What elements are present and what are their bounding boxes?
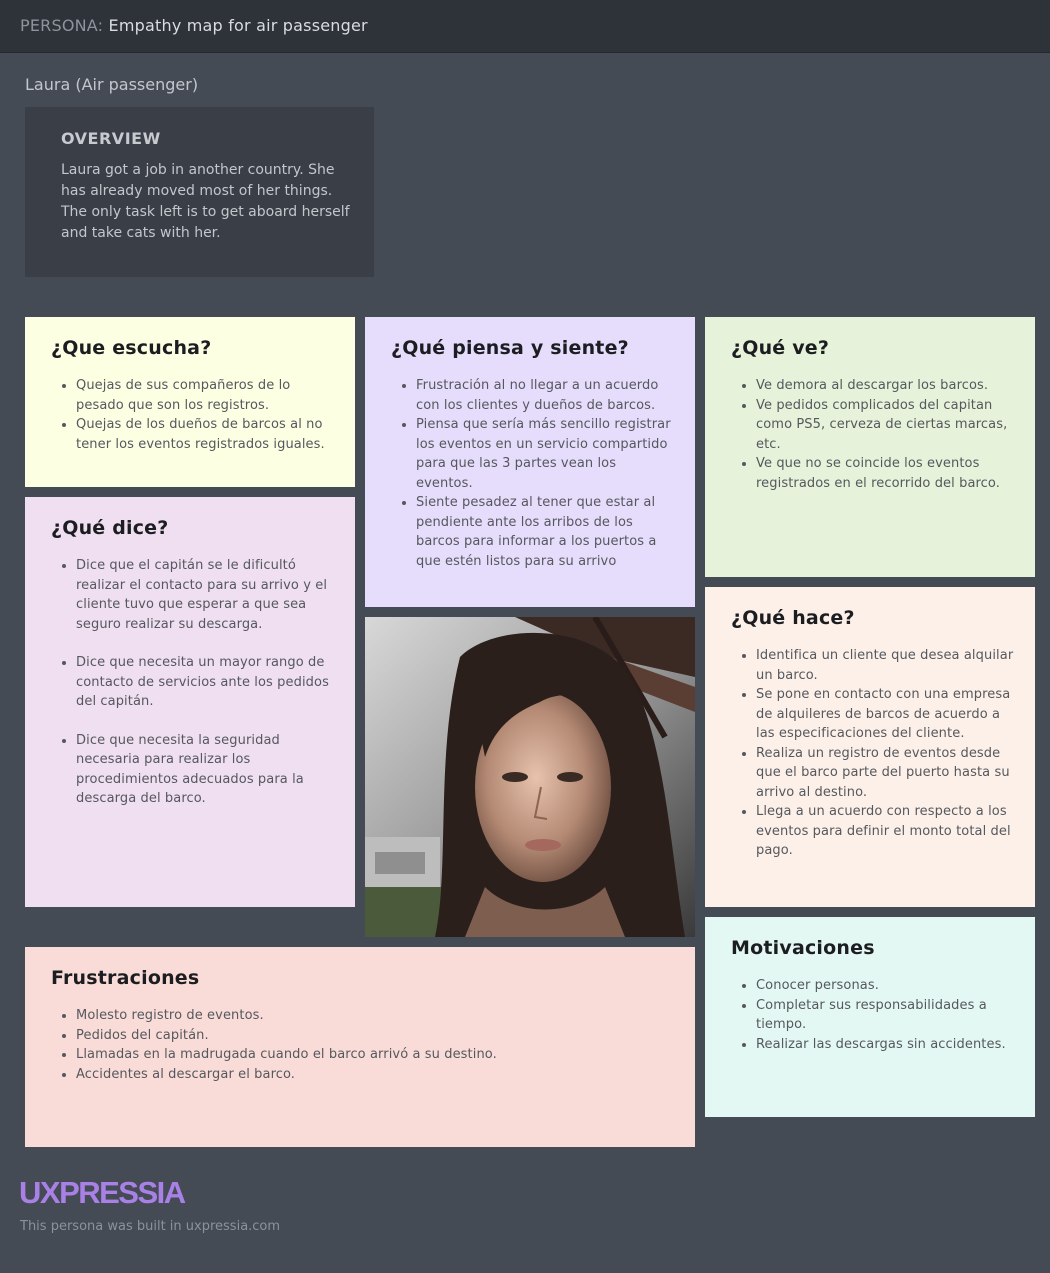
persona-name: Laura (Air passenger) [25,75,199,94]
list-item: Conocer personas. [756,976,1015,996]
card-says-list: Dice que el capitán se le dificultó real… [51,556,335,809]
card-motivations-list: Conocer personas. Completar sus responsa… [731,976,1015,1054]
list-item: Se pone en contacto con una empresa de a… [756,685,1015,744]
card-sees-list: Ve demora al descargar los barcos. Ve pe… [731,376,1015,493]
list-item: Llamadas en la madrugada cuando el barco… [76,1045,675,1065]
card-says-title: ¿Qué dice? [51,517,169,539]
card-does: ¿Qué hace? Identifica un cliente que des… [705,587,1035,907]
list-item: Dice que necesita la seguridad necesaria… [76,731,335,809]
card-sees-title: ¿Qué ve? [731,337,830,359]
list-item: Ve demora al descargar los barcos. [756,376,1015,396]
list-item: Llega a un acuerdo con respecto a los ev… [756,802,1015,861]
list-item: Realizar las descargas sin accidentes. [756,1035,1015,1055]
list-item: Piensa que sería más sencillo registrar … [416,415,675,493]
card-thinks-feels-title: ¿Qué piensa y siente? [391,337,629,359]
card-hears-list: Quejas de sus compañeros de lo pesado qu… [51,376,335,454]
card-says: ¿Qué dice? Dice que el capitán se le dif… [25,497,355,907]
page-title-prefix: PERSONA: [20,16,104,35]
overview-text: Laura got a job in another country. She … [61,162,350,241]
card-thinks-feels: ¿Qué piensa y siente? Frustración al no … [365,317,695,607]
card-does-title: ¿Qué hace? [731,607,855,629]
list-item: Pedidos del capitán. [76,1026,675,1046]
persona-photo [365,617,695,937]
list-item: Frustración al no llegar a un acuerdo co… [416,376,675,415]
list-item: Quejas de sus compañeros de lo pesado qu… [76,376,335,415]
card-frustrations-list: Molesto registro de eventos. Pedidos del… [51,1006,675,1084]
overview-panel: OVERVIEW Laura got a job in another coun… [25,107,374,277]
list-item: Dice que necesita un mayor rango de cont… [76,653,335,712]
card-thinks-feels-list: Frustración al no llegar a un acuerdo co… [391,376,675,571]
card-frustrations: Frustraciones Molesto registro de evento… [25,947,695,1147]
card-hears: ¿Que escucha? Quejas de sus compañeros d… [25,317,355,487]
list-item: Siente pesadez al tener que estar al pen… [416,493,675,571]
list-item: Molesto registro de eventos. [76,1006,675,1026]
list-item: Ve pedidos complicados del capitan como … [756,396,1015,455]
page-title-text: Empathy map for air passenger [108,16,368,35]
list-item: Accidentes al descargar el barco. [76,1065,675,1085]
card-does-list: Identifica un cliente que desea alquilar… [731,646,1015,861]
card-hears-title: ¿Que escucha? [51,337,212,359]
card-frustrations-title: Frustraciones [51,967,200,989]
list-item: Realiza un registro de eventos desde que… [756,744,1015,803]
uxpressia-logo[interactable]: UXPRESSIA [19,1175,186,1211]
card-motivations-title: Motivaciones [731,937,875,959]
top-bar: PERSONA: Empathy map for air passenger [0,0,1050,53]
card-motivations: Motivaciones Conocer personas. Completar… [705,917,1035,1117]
list-item: Ve que no se coincide los eventos regist… [756,454,1015,493]
list-item: Quejas de los dueños de barcos al no ten… [76,415,335,454]
card-sees: ¿Qué ve? Ve demora al descargar los barc… [705,317,1035,577]
list-item: Dice que el capitán se le dificultó real… [76,556,335,634]
page-title: PERSONA: Empathy map for air passenger [20,16,368,35]
list-item: Completar sus responsabilidades a tiempo… [756,996,1015,1035]
persona-photo-image [365,617,695,937]
footer-note: This persona was built in uxpressia.com [20,1219,281,1234]
overview-heading: OVERVIEW [61,129,161,148]
list-item: Identifica un cliente que desea alquilar… [756,646,1015,685]
